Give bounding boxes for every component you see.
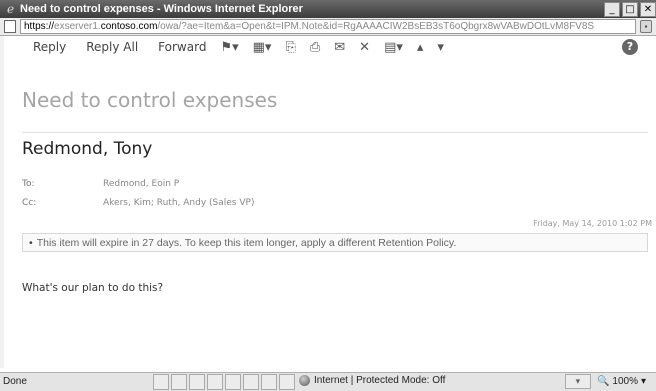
security-zone[interactable]: Internet | Protected Mode: Off [299, 375, 445, 386]
delete-icon[interactable]: ✕ [359, 40, 370, 55]
internet-explorer-icon: ℯ [6, 1, 15, 16]
window-title: Need to control expenses - Windows Inter… [20, 3, 303, 15]
retention-notice: • This item will expire in 27 days. To ke… [22, 233, 648, 252]
sender-name[interactable]: Redmond, Tony [22, 139, 152, 159]
lock-icon[interactable]: ▪ [640, 20, 652, 33]
reply-all-button[interactable]: Reply All [86, 40, 138, 54]
page-icon [4, 20, 16, 33]
close-icon[interactable]: ✕ [640, 2, 656, 17]
reply-button[interactable]: Reply [33, 40, 66, 54]
info-bullet-icon: • [29, 237, 33, 249]
cc-label: Cc: [22, 198, 37, 208]
status-pane [225, 374, 241, 390]
categorize-icon[interactable]: ▦▾ [253, 40, 272, 55]
more-actions-icon[interactable]: ▤▾ [384, 40, 403, 55]
forward-button[interactable]: Forward [158, 40, 206, 54]
minimize-icon[interactable]: _ [604, 2, 620, 17]
url-scheme: https:// [24, 21, 55, 32]
flag-icon[interactable]: ⚑▾ [220, 40, 238, 55]
cc-recipients[interactable]: Akers, Kim; Ruth, Andy (Sales VP) [103, 198, 254, 208]
previous-item-icon[interactable]: ▴ [417, 40, 424, 55]
protected-mode-icon[interactable]: ▾ [564, 374, 591, 389]
globe-icon [299, 375, 310, 386]
status-pane [171, 374, 187, 390]
sent-date: Friday, May 14, 2010 1:02 PM [533, 219, 652, 228]
left-frame-edge [0, 36, 4, 368]
address-bar: https://exserver1.contoso.com/owa/?ae=It… [0, 18, 656, 36]
message-subject: Need to control expenses [22, 88, 278, 112]
url-field[interactable]: https://exserver1.contoso.com/owa/?ae=It… [20, 19, 636, 34]
url-host: contoso.com [100, 21, 158, 32]
status-pane [279, 374, 295, 390]
header-divider [22, 132, 648, 133]
message-toolbar: Reply Reply All Forward ⚑▾ ▦▾ ⎘ ⎙ ✉ ✕ ▤▾… [0, 36, 656, 58]
status-bar: Done Internet | Protected Mode: Off ▾ 🔍 … [0, 372, 656, 391]
zone-text: Internet | Protected Mode: Off [314, 375, 446, 386]
status-pane [189, 374, 205, 390]
status-pane [243, 374, 259, 390]
window-controls: _ □ ✕ [604, 2, 656, 17]
help-icon[interactable]: ? [622, 39, 638, 55]
open-icon[interactable]: ✉ [334, 40, 345, 55]
url-path: /owa/?ae=Item&a=Open&t=IPM.Note&id=RgAAA… [157, 21, 595, 32]
move-icon[interactable]: ⎘ [285, 40, 295, 55]
zoom-icon: 🔍 [596, 376, 610, 387]
next-item-icon[interactable]: ▾ [437, 40, 444, 55]
status-pane [207, 374, 223, 390]
url-host-prefix: exserver1. [54, 21, 101, 32]
status-text: Done [3, 376, 27, 387]
zoom-control[interactable]: 🔍 100% ▾ [597, 376, 646, 387]
zoom-level: 100% [612, 376, 638, 387]
print-icon[interactable]: ⎙ [310, 40, 320, 55]
status-panes [153, 374, 295, 390]
status-right: ▾ 🔍 100% ▾ [564, 374, 646, 389]
retention-text: This item will expire in 27 days. To kee… [36, 237, 457, 249]
title-bar: ℯ Need to control expenses - Windows Int… [0, 0, 656, 18]
to-label: To: [22, 179, 35, 189]
status-pane [153, 374, 169, 390]
message-body: What's our plan to do this? [22, 282, 164, 294]
to-recipients[interactable]: Redmond, Eoin P [103, 179, 179, 189]
chevron-down-icon: ▾ [640, 376, 646, 387]
status-pane [261, 374, 277, 390]
maximize-icon[interactable]: □ [622, 2, 638, 17]
